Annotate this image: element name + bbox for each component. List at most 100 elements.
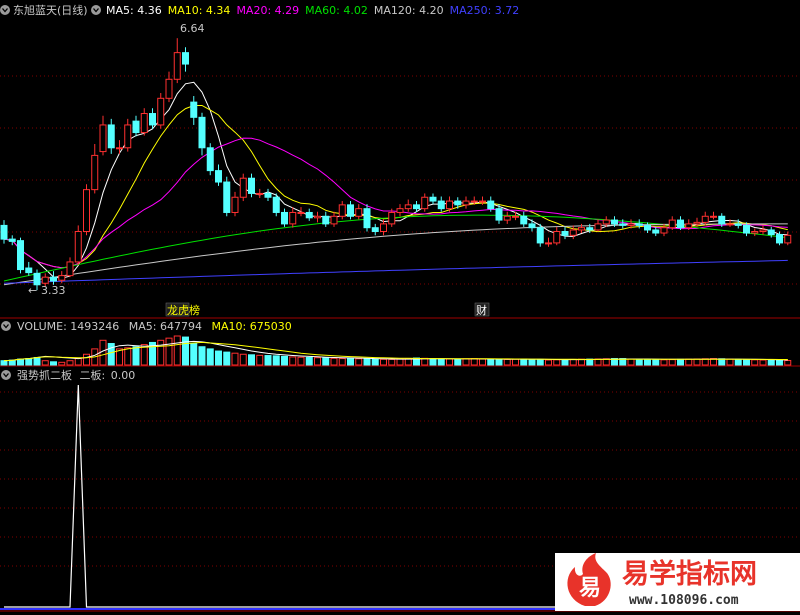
candlestick bbox=[536, 223, 544, 247]
volume-bar bbox=[553, 359, 561, 366]
candlestick bbox=[553, 226, 561, 246]
volume-bar bbox=[314, 357, 321, 366]
volume-bar bbox=[190, 343, 198, 366]
chevron-down-icon[interactable] bbox=[1, 370, 11, 380]
indicator-panel-header: 强势抓二板 二板: 0.00 bbox=[1, 368, 135, 382]
candlestick bbox=[8, 235, 16, 246]
volume-bar bbox=[396, 358, 404, 366]
candlestick bbox=[371, 223, 379, 236]
volume-bar bbox=[569, 358, 577, 366]
dragon-tiger-marker[interactable]: 龙虎榜 bbox=[167, 303, 200, 317]
volume-bar bbox=[182, 336, 189, 366]
low-price-arrow: ← bbox=[28, 284, 37, 297]
ma-legend: MA5: 4.36 MA10: 4.34 MA20: 4.29 MA60: 4.02 M… bbox=[106, 4, 519, 17]
chevron-down-icon[interactable] bbox=[0, 5, 10, 15]
candlestick bbox=[652, 226, 660, 237]
indicator-series-label: 二板: bbox=[80, 368, 106, 382]
candlestick bbox=[264, 188, 272, 202]
candlestick bbox=[759, 225, 767, 235]
volume-bar bbox=[223, 351, 231, 366]
candlestick bbox=[83, 184, 90, 236]
candlestick bbox=[231, 191, 239, 217]
candlestick bbox=[347, 201, 354, 220]
volume-bar bbox=[693, 358, 701, 366]
volume-bar bbox=[470, 358, 478, 366]
candlestick bbox=[107, 118, 115, 154]
watermark-logo-glyph: 易 bbox=[579, 576, 601, 601]
volume-bar bbox=[388, 358, 396, 366]
volume-bar bbox=[371, 358, 379, 366]
chevron-down-icon[interactable] bbox=[91, 5, 101, 15]
watermark: 易 易学指标网 www.108096.com bbox=[555, 553, 800, 611]
moving-average-lines bbox=[3, 81, 788, 286]
volume-value: 1493246 bbox=[70, 320, 119, 333]
candlestick bbox=[710, 211, 717, 220]
volume-bar bbox=[660, 359, 668, 366]
candlestick bbox=[182, 47, 189, 72]
candlestick bbox=[644, 222, 651, 234]
candlestick bbox=[289, 207, 297, 228]
candlestick bbox=[0, 220, 8, 244]
indicator-series-value: 0.00 bbox=[111, 369, 136, 382]
candlestick bbox=[165, 71, 173, 103]
candlestick bbox=[248, 173, 255, 198]
high-price-label: 6.64 bbox=[180, 22, 205, 35]
volume-bar bbox=[0, 360, 8, 366]
volume-bar bbox=[83, 353, 90, 366]
volume-bar bbox=[355, 358, 363, 366]
candlestick bbox=[223, 176, 231, 217]
volume-bar bbox=[330, 357, 338, 366]
candlestick bbox=[66, 257, 74, 278]
candlestick bbox=[206, 143, 214, 176]
candlestick bbox=[124, 118, 132, 152]
ma5-line bbox=[3, 81, 788, 279]
candlestick bbox=[116, 140, 123, 154]
candlestick bbox=[668, 216, 676, 230]
volume-bar bbox=[668, 359, 676, 366]
volume-bar bbox=[677, 358, 684, 366]
candlestick bbox=[330, 211, 338, 227]
volume-bar bbox=[50, 361, 57, 366]
volume-bar bbox=[157, 339, 165, 366]
chart-title: 东旭蓝天(日线) bbox=[13, 3, 88, 17]
candlestick bbox=[297, 207, 305, 217]
volume-bar bbox=[776, 359, 783, 366]
volume-bar bbox=[536, 359, 544, 366]
volume-bar bbox=[429, 358, 437, 366]
volume-bar bbox=[487, 358, 495, 366]
low-price-label: 3.33 bbox=[41, 284, 66, 297]
volume-bar bbox=[627, 358, 635, 366]
volume-ma5-label: MA5: bbox=[129, 320, 157, 333]
ma-legend-item: MA10: 4.34 bbox=[168, 4, 231, 17]
volume-bar bbox=[520, 358, 528, 366]
volume-bar bbox=[495, 359, 503, 366]
candlestick bbox=[751, 228, 759, 237]
candlestick bbox=[363, 204, 371, 232]
candlestick bbox=[503, 211, 511, 224]
finance-marker[interactable]: 财 bbox=[476, 303, 487, 317]
candlestick bbox=[157, 92, 165, 129]
ma20-line bbox=[3, 137, 788, 269]
volume-bar bbox=[58, 361, 66, 366]
candlestick bbox=[512, 211, 519, 221]
volume-bar bbox=[743, 359, 750, 366]
volume-ma10-value: 675030 bbox=[250, 320, 292, 333]
volume-bar bbox=[767, 359, 775, 366]
candlestick bbox=[215, 164, 222, 186]
volume-bar bbox=[479, 358, 486, 366]
volume-bar bbox=[264, 355, 272, 366]
candlestick bbox=[281, 208, 288, 227]
volume-bar bbox=[256, 354, 264, 366]
indicator-legend: 强势抓二板 二板: 0.00 bbox=[17, 368, 135, 382]
volume-bar bbox=[107, 343, 115, 366]
candlestick bbox=[272, 193, 280, 217]
volume-bar bbox=[685, 358, 693, 366]
stock-chart[interactable]: 东旭蓝天(日线) MA5: 4.36 MA10: 4.34 MA20: 4.29 MA… bbox=[0, 0, 800, 615]
chevron-down-icon[interactable] bbox=[1, 321, 11, 331]
watermark-url: www.108096.com bbox=[629, 593, 739, 608]
candlestick bbox=[784, 231, 792, 246]
volume-bar bbox=[437, 358, 445, 366]
volume-bar bbox=[248, 354, 255, 366]
candlestick bbox=[561, 226, 569, 240]
candlestick bbox=[74, 225, 82, 265]
